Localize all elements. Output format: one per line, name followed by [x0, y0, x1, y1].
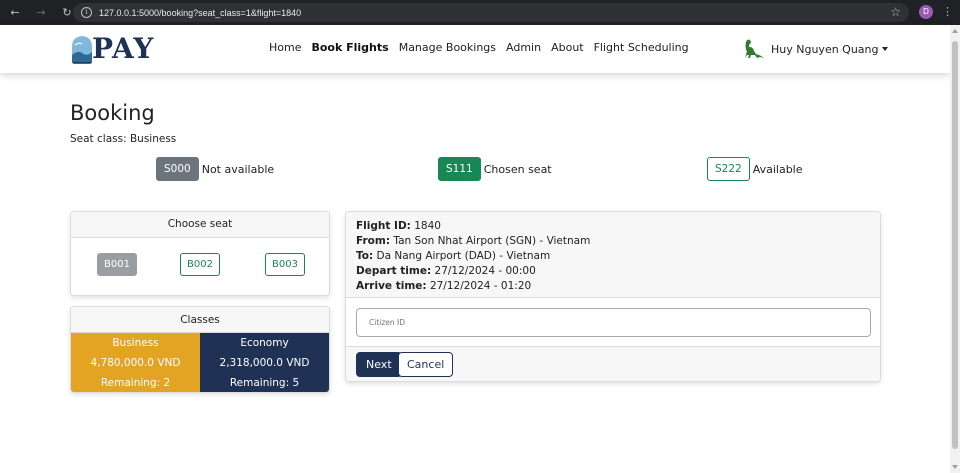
user-menu[interactable]: Huy Nguyen Quang	[742, 38, 888, 60]
flight-arrive-value: 27/12/2024 - 01:20	[429, 280, 532, 292]
nav-link-about[interactable]: About	[551, 41, 584, 54]
page-title: Booking	[70, 101, 155, 125]
forward-icon[interactable]: →	[34, 6, 48, 20]
seat-class-label: Seat class: Business	[70, 133, 177, 145]
bookmark-star-icon[interactable]: ☆	[890, 5, 901, 19]
seat-button-b001[interactable]: B001	[97, 253, 137, 276]
classes-card: Classes Business 4,780,000.0 VND Remaini…	[70, 306, 330, 393]
nav-link-book-flights[interactable]: Book Flights	[311, 41, 388, 54]
class-business[interactable]: Business 4,780,000.0 VND Remaining: 2	[71, 333, 200, 392]
flight-details-card: Flight ID: 1840 From: Tan Son Nhat Airpo…	[345, 211, 881, 382]
address-bar[interactable]: i 127.0.0.1:5000/booking?seat_class=1&fl…	[73, 3, 909, 22]
legend-not-available: S000 Not available	[156, 157, 274, 181]
site-info-icon[interactable]: i	[81, 7, 92, 18]
form-actions: Next Cancel	[346, 347, 880, 381]
main-nav: Home Book Flights Manage Bookings Admin …	[269, 41, 699, 54]
logo-emblem-icon	[72, 36, 92, 64]
legend-available: S222 Available	[707, 157, 803, 181]
choose-seat-header: Choose seat	[71, 212, 329, 238]
classes-header: Classes	[71, 307, 329, 333]
browser-menu-icon[interactable]: ⋮	[942, 5, 953, 19]
flight-id-label: Flight ID:	[356, 220, 411, 232]
choose-seat-card: Choose seat B001 B002 B003	[70, 211, 330, 296]
flight-to-line: To: Da Nang Airport (DAD) - Vietnam	[356, 249, 870, 264]
class-remaining: Remaining: 2	[100, 377, 171, 389]
profile-avatar[interactable]: D	[919, 5, 933, 19]
logo-text: PAY	[92, 32, 155, 65]
nav-link-flight-scheduling[interactable]: Flight Scheduling	[594, 41, 689, 54]
class-name: Business	[112, 337, 159, 349]
scroll-down-icon[interactable]	[952, 465, 958, 469]
flight-depart-label: Depart time:	[356, 265, 432, 277]
flight-from-line: From: Tan Son Nhat Airport (SGN) - Vietn…	[356, 234, 870, 249]
flight-arrive-label: Arrive time:	[356, 280, 427, 292]
user-name[interactable]: Huy Nguyen Quang	[771, 43, 879, 56]
page-scrollbar[interactable]	[950, 25, 960, 473]
legend-label: Not available	[201, 162, 275, 176]
legend-seat-available: S222	[707, 157, 750, 181]
nav-link-manage-bookings[interactable]: Manage Bookings	[399, 41, 496, 54]
citizen-id-input[interactable]	[356, 308, 871, 337]
flight-to-value: Da Nang Airport (DAD) - Vietnam	[376, 250, 551, 262]
class-economy[interactable]: Economy 2,318,000.0 VND Remaining: 5	[200, 333, 329, 392]
dinosaur-avatar-icon	[745, 39, 764, 58]
flight-arrive-line: Arrive time: 27/12/2024 - 01:20	[356, 279, 870, 294]
flight-info: Flight ID: 1840 From: Tan Son Nhat Airpo…	[346, 212, 880, 298]
legend-label: Chosen seat	[483, 162, 552, 176]
next-button[interactable]: Next	[356, 352, 402, 377]
flight-from-label: From:	[356, 235, 391, 247]
reload-icon[interactable]: ↻	[60, 6, 74, 20]
flight-to-label: To:	[356, 250, 374, 262]
seat-button-b002[interactable]: B002	[180, 253, 220, 276]
scroll-up-icon[interactable]	[952, 29, 958, 33]
app-navbar: PAY Home Book Flights Manage Bookings Ad…	[0, 25, 950, 73]
class-price: 2,318,000.0 VND	[219, 357, 310, 369]
citizen-id-row	[346, 298, 880, 347]
classes-table: Business 4,780,000.0 VND Remaining: 2 Ec…	[71, 333, 329, 392]
nav-link-admin[interactable]: Admin	[506, 41, 541, 54]
browser-toolbar: ← → ↻ i 127.0.0.1:5000/booking?seat_clas…	[0, 0, 960, 25]
scrollbar-thumb[interactable]	[952, 41, 958, 449]
legend-seat-chosen: S111	[438, 157, 481, 181]
cancel-button[interactable]: Cancel	[398, 352, 454, 377]
flight-depart-value: 27/12/2024 - 00:00	[434, 265, 536, 277]
flight-id-line: Flight ID: 1840	[356, 219, 870, 234]
legend-chosen: S111 Chosen seat	[438, 157, 552, 181]
site-logo[interactable]: PAY	[70, 33, 154, 65]
flight-depart-line: Depart time: 27/12/2024 - 00:00	[356, 264, 870, 279]
url-text[interactable]: 127.0.0.1:5000/booking?seat_class=1&flig…	[99, 8, 301, 18]
flight-id-value: 1840	[414, 220, 441, 232]
class-price: 4,780,000.0 VND	[90, 357, 181, 369]
legend-label: Available	[752, 162, 803, 176]
nav-link-home[interactable]: Home	[269, 41, 301, 54]
class-remaining: Remaining: 5	[229, 377, 300, 389]
chevron-down-icon[interactable]	[881, 47, 888, 51]
flight-from-value: Tan Son Nhat Airport (SGN) - Vietnam	[393, 235, 591, 247]
legend-seat-not-available: S000	[156, 157, 199, 181]
back-icon[interactable]: ←	[8, 6, 22, 20]
class-name: Economy	[240, 337, 289, 349]
seat-button-b003[interactable]: B003	[265, 253, 305, 276]
